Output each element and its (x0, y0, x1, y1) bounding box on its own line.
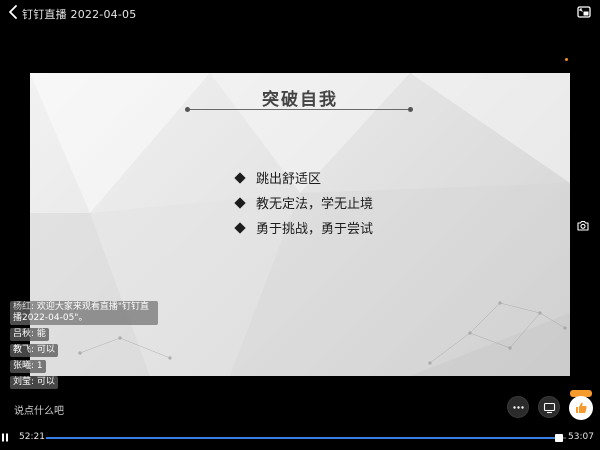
chat-sender: 张曦 (13, 361, 32, 371)
bullet-text: 勇于挑战，勇于尝试 (256, 222, 374, 237)
chat-sender: 刘莹 (13, 377, 32, 387)
progress-thumb[interactable] (554, 434, 563, 442)
chat-message: 杨红: 欢迎大家来观看直播"钉钉直播2022-04-05"。 (10, 301, 158, 325)
chat-message: 刘莹: 可以 (10, 376, 158, 389)
progress-bar[interactable] (46, 434, 566, 442)
like-button[interactable] (567, 390, 595, 420)
chat-message: 教飞: 可以 (10, 344, 158, 357)
chat-text: 可以 (36, 345, 55, 355)
chat-messages: 杨红: 欢迎大家来观看直播"钉钉直播2022-04-05"。 吕秋: 能 教飞:… (10, 301, 158, 392)
thumbs-up-icon (576, 402, 587, 413)
comment-input[interactable]: 说点什么吧 (14, 402, 64, 417)
chat-sender: 教飞 (13, 345, 32, 355)
more-horizontal-icon (513, 406, 524, 409)
diamond-bullet-icon (234, 221, 246, 234)
bullet-text: 跳出舒适区 (256, 172, 322, 187)
bullet-text: 教无定法，学无止境 (256, 197, 374, 212)
more-button[interactable] (507, 396, 529, 418)
progress-fill (46, 437, 559, 439)
divider-dot-left (185, 107, 190, 112)
chat-text: 能 (36, 329, 46, 339)
like-circle (569, 396, 593, 420)
pause-icon[interactable] (1, 433, 9, 442)
diamond-bullet-icon (234, 171, 246, 184)
current-time: 52:21 (19, 432, 45, 442)
divider-dot-right (408, 107, 413, 112)
chevron-left-icon[interactable] (8, 5, 18, 19)
chat-sender: 吕秋 (13, 329, 32, 339)
cast-screen-button[interactable] (538, 396, 560, 418)
bullet-item: 教无定法，学无止境 (234, 190, 374, 215)
bullet-item: 勇于挑战，勇于尝试 (234, 215, 374, 240)
picture-in-picture-icon[interactable] (577, 6, 591, 19)
bullet-list: 跳出舒适区 教无定法，学无止境 勇于挑战，勇于尝试 (234, 165, 374, 240)
chat-text: 1 (36, 361, 43, 371)
bullet-item: 跳出舒适区 (234, 165, 373, 190)
chat-message: 吕秋: 能 (10, 328, 158, 341)
chat-text: 可以 (36, 377, 55, 387)
cast-screen-icon (543, 402, 556, 414)
camera-icon[interactable] (577, 220, 589, 231)
duration-time: 53:07 (568, 432, 594, 442)
title-divider (188, 109, 412, 110)
top-bar: 钉钉直播 2022-04-05 (0, 0, 600, 26)
chat-sender: 杨红 (13, 302, 32, 312)
page-title: 钉钉直播 2022-04-05 (22, 8, 137, 21)
diamond-bullet-icon (234, 196, 246, 209)
status-dot (565, 58, 568, 61)
slide-title: 突破自我 (262, 90, 338, 110)
chat-message: 张曦: 1 (10, 360, 158, 373)
chat-text: 欢迎大家来观看直播"钉钉直播2022-04-05"。 (13, 302, 150, 323)
